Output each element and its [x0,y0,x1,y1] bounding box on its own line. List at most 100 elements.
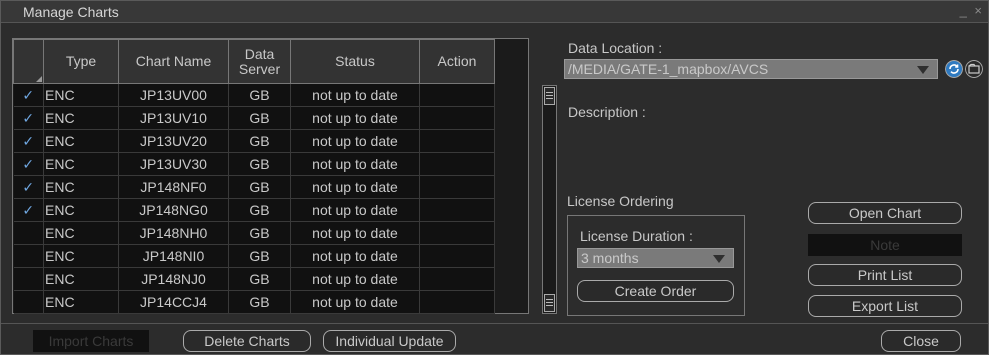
select-all-header[interactable] [13,39,44,84]
row-checkbox[interactable] [13,290,44,314]
table-row[interactable]: ✓ ENC JP148NF0 GB not up to date [13,175,495,199]
individual-update-button[interactable]: Individual Update [323,330,456,352]
title-bar: Manage Charts _ × [1,1,988,23]
data-location-value: /MEDIA/GATE-1_mapbox/AVCS [568,61,769,77]
description-label: Description : [568,104,646,120]
cell-data-server: GB [228,152,291,176]
cell-type: ENC [43,198,119,222]
cell-data-server: GB [228,290,291,314]
scroll-up-icon[interactable] [544,87,555,105]
cell-action [419,129,495,153]
row-checkbox[interactable]: ✓ [13,106,44,130]
print-list-button[interactable]: Print List [808,264,962,286]
cell-chart-name: JP13UV30 [118,152,229,176]
table-scrollbar[interactable] [542,85,557,314]
cell-data-server: GB [228,175,291,199]
cell-type: ENC [43,129,119,153]
cell-chart-name: JP13UV20 [118,129,229,153]
license-duration-value: 3 months [581,250,639,266]
cell-type: ENC [43,83,119,107]
cell-data-server: GB [228,267,291,291]
column-header-action[interactable]: Action [419,39,495,84]
chevron-down-icon [917,66,929,74]
cell-type: ENC [43,175,119,199]
cell-status: not up to date [290,175,420,199]
table-row[interactable]: ENC JP148NH0 GB not up to date [13,221,495,245]
cell-status: not up to date [290,198,420,222]
column-header-status[interactable]: Status [290,39,420,84]
manage-charts-window: Manage Charts _ × Type Chart Name Data S… [0,0,989,355]
chevron-down-icon [713,255,725,263]
license-ordering-group: License Duration : 3 months Create Order [567,215,745,316]
cell-chart-name: JP148NG0 [118,198,229,222]
cell-type: ENC [43,244,119,268]
cell-status: not up to date [290,267,420,291]
row-checkbox[interactable]: ✓ [13,129,44,153]
cell-status: not up to date [290,244,420,268]
cell-type: ENC [43,152,119,176]
cell-status: not up to date [290,152,420,176]
cell-type: ENC [43,106,119,130]
license-ordering-label: License Ordering [567,193,674,209]
table-row[interactable]: ENC JP14CCJ4 GB not up to date [13,290,495,314]
cell-action [419,83,495,107]
data-location-select[interactable]: /MEDIA/GATE-1_mapbox/AVCS [564,59,938,79]
row-checkbox[interactable]: ✓ [13,83,44,107]
refresh-icon[interactable] [945,60,963,78]
cell-data-server: GB [228,83,291,107]
cell-action [419,221,495,245]
cell-chart-name: JP148NJ0 [118,267,229,291]
table-row[interactable]: ENC JP148NI0 GB not up to date [13,244,495,268]
row-checkbox[interactable] [13,221,44,245]
cell-chart-name: JP13UV10 [118,106,229,130]
cell-type: ENC [43,290,119,314]
export-list-button[interactable]: Export List [808,295,962,317]
import-charts-button[interactable]: Import Charts [33,330,149,352]
cell-action [419,152,495,176]
table-row[interactable]: ✓ ENC JP13UV30 GB not up to date [13,152,495,176]
scroll-down-icon[interactable] [544,294,555,312]
cell-action [419,267,495,291]
cell-status: not up to date [290,106,420,130]
window-title: Manage Charts [23,4,119,20]
column-header-chart-name[interactable]: Chart Name [118,39,229,84]
cell-chart-name: JP148NI0 [118,244,229,268]
table-row[interactable]: ✓ ENC JP13UV00 GB not up to date [13,83,495,107]
create-order-button[interactable]: Create Order [577,280,734,302]
window-controls[interactable]: _ × [960,3,984,18]
cell-action [419,175,495,199]
cell-data-server: GB [228,106,291,130]
close-button[interactable]: Close [881,330,961,352]
cell-status: not up to date [290,83,420,107]
table-row[interactable]: ✓ ENC JP13UV20 GB not up to date [13,129,495,153]
license-duration-label: License Duration : [580,228,693,244]
data-location-label: Data Location : [568,40,663,56]
license-duration-select[interactable]: 3 months [577,248,734,268]
column-header-data-server[interactable]: Data Server [228,39,291,84]
row-checkbox[interactable] [13,244,44,268]
cell-data-server: GB [228,221,291,245]
bottom-divider [1,323,988,324]
open-chart-button[interactable]: Open Chart [808,202,962,224]
cell-action [419,290,495,314]
table-row[interactable]: ✓ ENC JP148NG0 GB not up to date [13,198,495,222]
cell-action [419,106,495,130]
row-checkbox[interactable] [13,267,44,291]
folder-icon[interactable] [965,60,983,78]
table-header-row: Type Chart Name Data Server Status Actio… [13,39,495,84]
row-checkbox[interactable]: ✓ [13,175,44,199]
cell-data-server: GB [228,244,291,268]
cell-chart-name: JP148NH0 [118,221,229,245]
table-row[interactable]: ✓ ENC JP13UV10 GB not up to date [13,106,495,130]
row-checkbox[interactable]: ✓ [13,198,44,222]
cell-chart-name: JP14CCJ4 [118,290,229,314]
cell-data-server: GB [228,129,291,153]
cell-chart-name: JP148NF0 [118,175,229,199]
delete-charts-button[interactable]: Delete Charts [183,330,311,352]
row-checkbox[interactable]: ✓ [13,152,44,176]
note-button[interactable]: Note [808,234,962,256]
column-header-type[interactable]: Type [43,39,119,84]
table-row[interactable]: ENC JP148NJ0 GB not up to date [13,267,495,291]
charts-table: Type Chart Name Data Server Status Actio… [12,38,529,314]
cell-action [419,244,495,268]
